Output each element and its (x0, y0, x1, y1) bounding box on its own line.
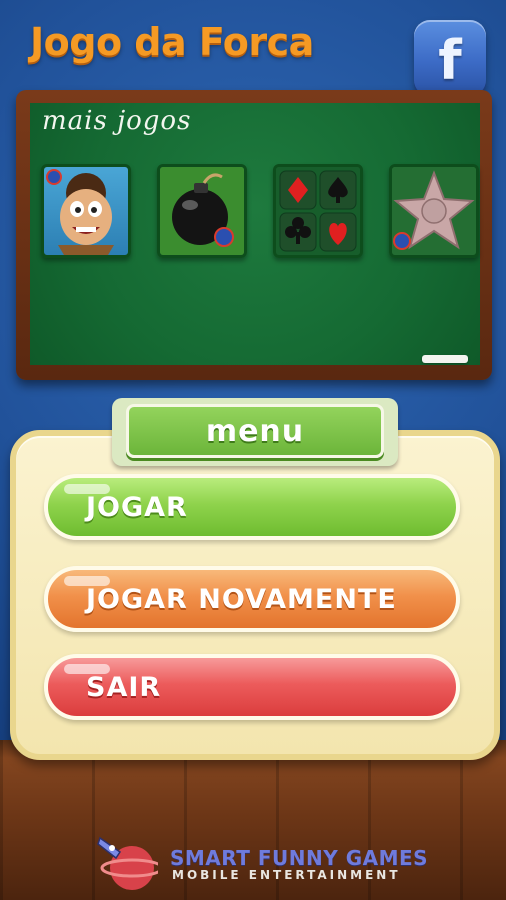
exit-button[interactable]: SAIR (44, 654, 460, 720)
game-title: Jogo da Forca (30, 20, 314, 64)
brand-tagline: MOBILE ENTERTAINMENT (172, 868, 401, 882)
button-shine (64, 664, 110, 674)
star-game-icon (392, 167, 476, 255)
play-button[interactable]: JOGAR (44, 474, 460, 540)
game-thumbnail-star[interactable] (389, 164, 479, 258)
brand-name: SMART FUNNY GAMES (170, 846, 429, 870)
play-again-button[interactable]: JOGAR NOVAMENTE (44, 566, 460, 632)
chalk-piece (422, 355, 468, 363)
game-thumbnail-bomb[interactable] (157, 164, 247, 258)
bomb-game-icon (160, 167, 244, 255)
button-shine (64, 576, 110, 586)
caveman-game-icon (46, 169, 114, 255)
exit-button-label: SAIR (86, 671, 162, 703)
menu-title-banner: menu (126, 404, 384, 458)
play-button-label: JOGAR (86, 491, 188, 523)
play-again-button-label: JOGAR NOVAMENTE (86, 583, 397, 615)
facebook-icon: f (438, 28, 462, 92)
more-games-label: mais jogos (42, 106, 192, 136)
menu-title: menu (205, 413, 305, 449)
button-shine (64, 484, 110, 494)
rocket-planet-icon (97, 836, 158, 890)
facebook-button[interactable]: f (414, 20, 486, 96)
game-thumbnail-cards[interactable] (273, 164, 363, 258)
card-suits-game-icon (276, 167, 360, 255)
game-thumbnail-caveman[interactable] (41, 164, 131, 258)
